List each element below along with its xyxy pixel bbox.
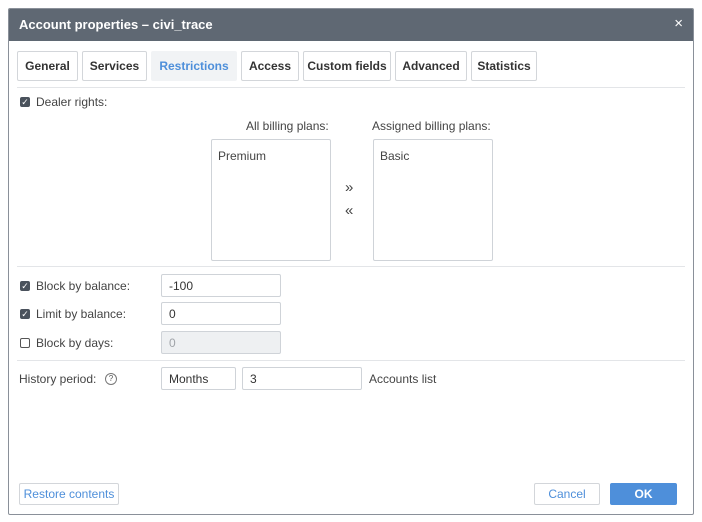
assigned-billing-plans-list[interactable]: Basic — [373, 139, 493, 261]
help-icon[interactable]: ? — [105, 373, 117, 385]
history-period-unit-select[interactable] — [161, 367, 236, 390]
block-by-days-row: Block by days: — [20, 336, 113, 350]
close-icon[interactable]: × — [674, 15, 683, 32]
list-item[interactable]: Basic — [380, 149, 409, 163]
move-right-icon[interactable]: » — [345, 179, 353, 196]
dealer-rights-label: Dealer rights: — [36, 95, 108, 109]
tab-access[interactable]: Access — [241, 51, 299, 81]
block-by-days-checkbox[interactable] — [20, 338, 30, 348]
dialog-titlebar[interactable]: Account properties – civi_trace × — [9, 9, 693, 41]
tab-advanced[interactable]: Advanced — [395, 51, 467, 81]
block-by-days-label: Block by days: — [36, 336, 114, 350]
history-period-label: History period: — [19, 372, 97, 386]
block-by-balance-checkbox[interactable]: ✓ — [20, 281, 30, 291]
restore-contents-button[interactable]: Restore contents — [19, 483, 119, 505]
dialog-title: Account properties – civi_trace — [19, 17, 213, 32]
cancel-button[interactable]: Cancel — [534, 483, 600, 505]
restrictions-divider — [17, 360, 685, 361]
history-period-value-input[interactable] — [242, 367, 362, 390]
list-item[interactable]: Premium — [218, 149, 266, 163]
limit-by-balance-label: Limit by balance: — [36, 307, 127, 321]
tab-restrictions[interactable]: Restrictions — [151, 51, 237, 81]
block-by-days-input — [161, 331, 281, 354]
all-billing-plans-list[interactable]: Premium — [211, 139, 331, 261]
limit-by-balance-input[interactable] — [161, 302, 281, 325]
assigned-billing-plans-label: Assigned billing plans: — [372, 119, 491, 133]
tab-general[interactable]: General — [17, 51, 78, 81]
move-left-icon[interactable]: « — [345, 202, 353, 219]
ok-button[interactable]: OK — [610, 483, 677, 505]
billing-divider — [17, 266, 685, 267]
dealer-rights-checkbox[interactable]: ✓ — [20, 97, 30, 107]
all-billing-plans-label: All billing plans: — [246, 119, 329, 133]
accounts-list-link[interactable]: Accounts list — [369, 372, 436, 386]
account-properties-dialog: Account properties – civi_trace × Genera… — [8, 8, 694, 515]
tab-statistics[interactable]: Statistics — [471, 51, 537, 81]
limit-by-balance-row: ✓ Limit by balance: — [20, 307, 126, 321]
block-by-balance-input[interactable] — [161, 274, 281, 297]
limit-by-balance-checkbox[interactable]: ✓ — [20, 309, 30, 319]
block-by-balance-label: Block by balance: — [36, 279, 131, 293]
tab-custom-fields[interactable]: Custom fields — [303, 51, 391, 81]
tabs-divider — [17, 87, 685, 88]
dealer-rights-row: ✓ Dealer rights: — [20, 95, 107, 109]
block-by-balance-row: ✓ Block by balance: — [20, 279, 130, 293]
tab-services[interactable]: Services — [82, 51, 147, 81]
